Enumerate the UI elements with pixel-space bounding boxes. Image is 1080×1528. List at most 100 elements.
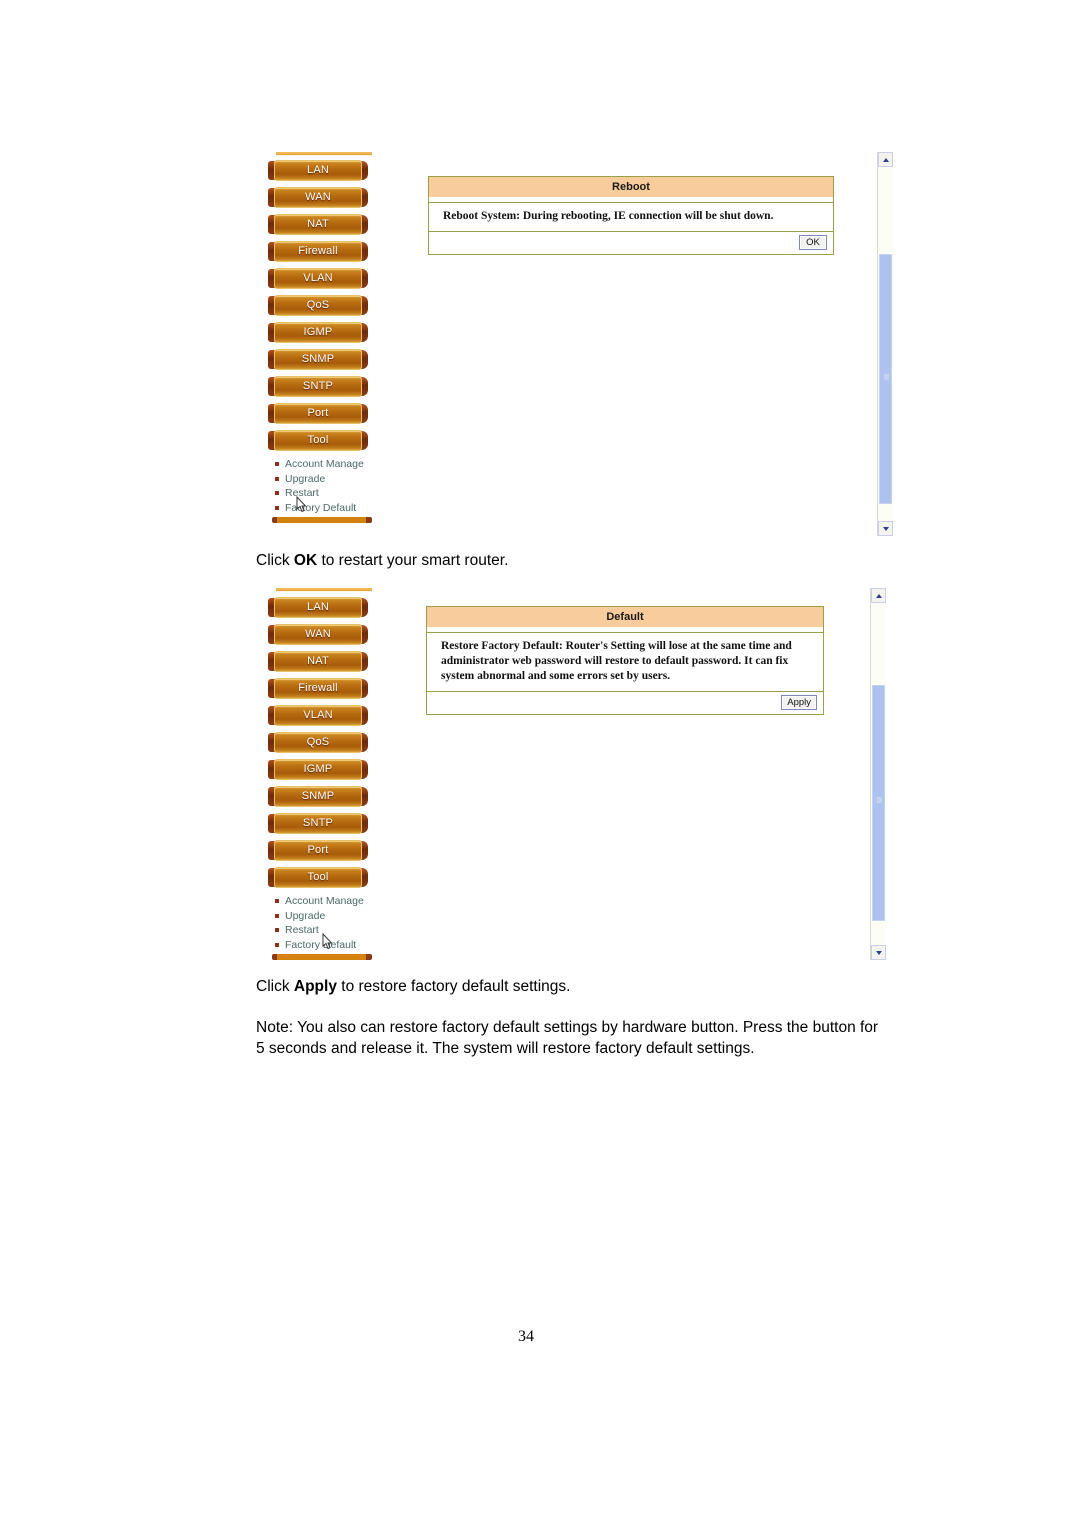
sidebar-bottom-cap bbox=[272, 954, 372, 960]
submenu-item-upgrade[interactable]: Upgrade bbox=[274, 909, 372, 924]
sidebar-item-vlan[interactable]: VLAN bbox=[268, 268, 368, 289]
caption-bold-apply: Apply bbox=[293, 978, 337, 995]
sidebar-item-firewall[interactable]: Firewall bbox=[268, 241, 368, 262]
caption-bold-ok: OK bbox=[293, 552, 318, 569]
button-barrel: SNTP bbox=[274, 813, 362, 834]
sidebar-item-label: SNTP bbox=[302, 380, 334, 392]
sidebar-item-wan[interactable]: WAN bbox=[268, 624, 368, 645]
sidebar-item-vlan[interactable]: VLAN bbox=[268, 705, 368, 726]
button-barrel: LAN bbox=[274, 597, 362, 618]
sidebar-item-lan[interactable]: LAN bbox=[268, 597, 368, 618]
sidebar-item-igmp[interactable]: IGMP bbox=[268, 759, 368, 780]
panel-title: Reboot bbox=[429, 177, 833, 198]
caption-prefix: Click bbox=[256, 978, 294, 995]
sidebar-item-lan[interactable]: LAN bbox=[268, 160, 368, 181]
sidebar-item-wan[interactable]: WAN bbox=[268, 187, 368, 208]
button-barrel: NAT bbox=[274, 214, 362, 235]
sidebar-item-label: IGMP bbox=[303, 763, 333, 775]
sidebar-item-label: SNMP bbox=[301, 353, 335, 365]
scroll-down-arrow[interactable] bbox=[871, 945, 886, 960]
sidebar-item-qos[interactable]: QoS bbox=[268, 732, 368, 753]
reboot-panel: Reboot Reboot System: During rebooting, … bbox=[428, 176, 834, 255]
chevron-down-icon bbox=[882, 526, 889, 531]
ok-button[interactable]: OK bbox=[799, 235, 827, 250]
chevron-up-icon bbox=[882, 157, 889, 162]
button-barrel: Tool bbox=[274, 867, 362, 888]
button-barrel: VLAN bbox=[274, 268, 362, 289]
submenu-item-label: Account Manage bbox=[285, 458, 364, 470]
sidebar-item-label: SNMP bbox=[301, 790, 335, 802]
router-sidebar-default: LAN WAN NAT Firewall VLAN QoS IGMP SNMP … bbox=[268, 588, 372, 960]
sidebar-item-igmp[interactable]: IGMP bbox=[268, 322, 368, 343]
submenu-item-restart[interactable]: Restart bbox=[274, 923, 372, 938]
sidebar-item-nat[interactable]: NAT bbox=[268, 651, 368, 672]
vertical-scrollbar[interactable] bbox=[870, 588, 886, 960]
submenu-item-label: Upgrade bbox=[285, 909, 326, 922]
sidebar-item-snmp[interactable]: SNMP bbox=[268, 349, 368, 370]
button-barrel: WAN bbox=[274, 187, 362, 208]
sidebar-item-snmp[interactable]: SNMP bbox=[268, 786, 368, 807]
sidebar-item-label: VLAN bbox=[303, 272, 333, 284]
sidebar-item-sntp[interactable]: SNTP bbox=[268, 813, 368, 834]
note-line-1: Note: You also can restore factory defau… bbox=[256, 1019, 879, 1036]
scroll-up-arrow[interactable] bbox=[871, 588, 886, 603]
hardware-reset-note: Note: You also can restore factory defau… bbox=[256, 1017, 996, 1059]
sidebar-item-label: QoS bbox=[306, 736, 330, 748]
sidebar-item-tool[interactable]: Tool bbox=[268, 867, 368, 888]
chevron-down-icon bbox=[875, 950, 882, 955]
sidebar-item-label: IGMP bbox=[303, 326, 333, 338]
button-barrel: Firewall bbox=[274, 678, 362, 699]
sidebar-item-nat[interactable]: NAT bbox=[268, 214, 368, 235]
chevron-up-icon bbox=[875, 593, 882, 598]
sidebar-item-label: QoS bbox=[306, 299, 330, 311]
button-barrel: LAN bbox=[274, 160, 362, 181]
sidebar-item-firewall[interactable]: Firewall bbox=[268, 678, 368, 699]
panel-title: Default bbox=[427, 607, 823, 628]
sidebar-item-qos[interactable]: QoS bbox=[268, 295, 368, 316]
reboot-caption: Click OK to restart your smart router. bbox=[256, 550, 956, 571]
scrollbar-track[interactable] bbox=[871, 603, 886, 945]
submenu-item-factory-default[interactable]: Factory Default bbox=[274, 938, 372, 953]
submenu-item-restart[interactable]: Restart bbox=[274, 486, 372, 501]
sidebar-top-cap bbox=[276, 588, 372, 592]
vertical-scrollbar[interactable] bbox=[877, 152, 893, 536]
button-barrel: QoS bbox=[274, 295, 362, 316]
panel-body-text: Restore Factory Default: Router's Settin… bbox=[427, 633, 823, 692]
sidebar-item-port[interactable]: Port bbox=[268, 403, 368, 424]
sidebar-item-label: LAN bbox=[307, 601, 329, 613]
submenu-item-label: Account Manage bbox=[285, 895, 364, 907]
submenu-item-label: Factory Default bbox=[285, 501, 357, 514]
scrollbar-grip bbox=[883, 373, 890, 381]
caption-suffix: to restart your smart router. bbox=[317, 552, 509, 569]
sidebar-item-label: Port bbox=[307, 844, 329, 856]
submenu-item-account-manage[interactable]: Account Manage bbox=[274, 894, 372, 909]
scroll-up-arrow[interactable] bbox=[878, 152, 893, 167]
scroll-down-arrow[interactable] bbox=[878, 521, 893, 536]
reboot-screenshot: LAN WAN NAT Firewall VLAN QoS IGMP SNMP … bbox=[268, 152, 893, 536]
submenu-item-label: Factory Default bbox=[285, 938, 357, 951]
scrollbar-thumb[interactable] bbox=[879, 254, 892, 504]
sidebar-item-label: WAN bbox=[305, 191, 331, 203]
scrollbar-grip bbox=[876, 796, 883, 804]
submenu-item-upgrade[interactable]: Upgrade bbox=[274, 472, 372, 487]
submenu-item-label: Restart bbox=[285, 924, 319, 936]
sidebar-item-port[interactable]: Port bbox=[268, 840, 368, 861]
submenu-item-factory-default[interactable]: Factory Default bbox=[274, 501, 372, 516]
apply-button[interactable]: Apply bbox=[781, 695, 817, 710]
sidebar-item-sntp[interactable]: SNTP bbox=[268, 376, 368, 397]
sidebar-item-tool[interactable]: Tool bbox=[268, 430, 368, 451]
page-number: 34 bbox=[518, 1328, 534, 1345]
submenu-item-account-manage[interactable]: Account Manage bbox=[274, 457, 372, 472]
scrollbar-track[interactable] bbox=[878, 167, 893, 521]
submenu-item-label: Restart bbox=[285, 487, 319, 499]
panel-body-text: Reboot System: During rebooting, IE conn… bbox=[429, 203, 833, 232]
button-barrel: NAT bbox=[274, 651, 362, 672]
button-barrel: Port bbox=[274, 840, 362, 861]
default-panel: Default Restore Factory Default: Router'… bbox=[426, 606, 824, 715]
sidebar-item-label: Firewall bbox=[298, 682, 338, 694]
scrollbar-thumb[interactable] bbox=[872, 685, 885, 921]
router-sidebar-reboot: LAN WAN NAT Firewall VLAN QoS IGMP SNMP … bbox=[268, 152, 372, 523]
button-barrel: QoS bbox=[274, 732, 362, 753]
sidebar-item-label: WAN bbox=[305, 628, 331, 640]
button-barrel: Firewall bbox=[274, 241, 362, 262]
